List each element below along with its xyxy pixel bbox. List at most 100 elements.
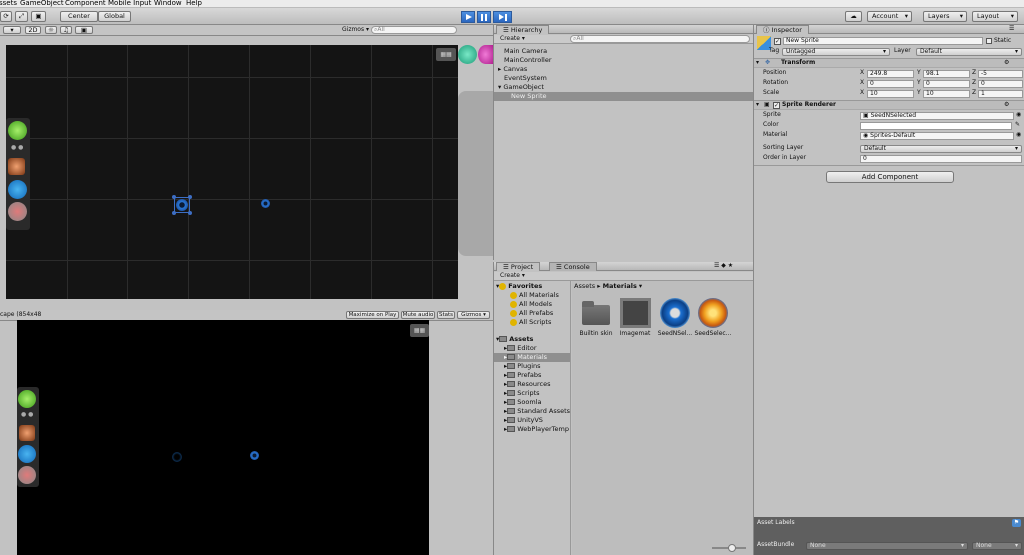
position-y-field[interactable]: 98.1 [923, 70, 970, 78]
effects-dropdown[interactable]: ▣ [75, 26, 93, 34]
menu-assets[interactable]: ssets [0, 0, 17, 8]
folder-soomla[interactable]: ▸ Soomla [504, 398, 541, 407]
asset-bundle-variant-dropdown[interactable]: None ▾ [972, 542, 1022, 550]
scale-z-field[interactable]: 1 [978, 90, 1023, 98]
object-picker-icon[interactable]: ◉ [1016, 111, 1021, 119]
foldout-arrow-icon[interactable]: ▾ [756, 59, 759, 67]
globe-sprite-icon[interactable] [8, 180, 27, 199]
play-button[interactable] [461, 11, 475, 23]
menu-component[interactable]: Component [65, 0, 106, 8]
folder-webplayertemp[interactable]: ▸ WebPlayerTemp [504, 425, 570, 434]
order-in-layer-input[interactable]: 0 [860, 155, 1022, 163]
position-z-field[interactable]: -5 [978, 70, 1023, 78]
pause-button[interactable] [477, 11, 491, 23]
scale-x-field[interactable]: 10 [867, 90, 914, 98]
game-gizmos-dropdown[interactable]: Gizmos ▾ [457, 311, 490, 319]
folder-materials[interactable]: ▸ Materials [504, 353, 547, 362]
layout-dropdown[interactable]: Layout ▾ [972, 11, 1018, 22]
project-tab[interactable]: ☰ Project [496, 262, 541, 271]
favorite-all-scripts[interactable]: All Scripts [510, 318, 551, 327]
rect-tool-icon[interactable]: ▣ [31, 11, 46, 22]
project-create-dropdown[interactable]: Create ▾ [500, 272, 525, 280]
folder-plugins[interactable]: ▸ Plugins [504, 362, 541, 371]
hierarchy-tab[interactable]: ☰ Hierarchy [496, 25, 550, 34]
hierarchy-item-main-camera[interactable]: Main Camera [504, 47, 547, 56]
menu-mobile-input[interactable]: Mobile Input [108, 0, 151, 8]
hierarchy-search-input[interactable]: ⌕All [570, 35, 750, 43]
breadcrumb-materials[interactable]: Materials [603, 282, 637, 290]
position-x-field[interactable]: 249.8 [867, 70, 914, 78]
maximize-on-play-toggle[interactable]: Maximize on Play [346, 311, 399, 319]
gameobject-name-input[interactable]: New Sprite [783, 37, 983, 45]
hierarchy-item-event-system[interactable]: EventSystem [504, 74, 547, 83]
console-tab[interactable]: ☰ Console [549, 262, 597, 271]
file-builtin-skin[interactable] [582, 301, 610, 325]
favorite-all-prefabs[interactable]: All Prefabs [510, 309, 553, 318]
pivot-center-button[interactable]: Center [60, 11, 98, 22]
menu-gameobject[interactable]: GameObject [20, 0, 64, 8]
seed-sprite[interactable] [261, 199, 270, 208]
inspector-lock-icon[interactable]: ☰ [1009, 25, 1014, 33]
breadcrumb-assets[interactable]: Assets [574, 282, 595, 290]
hierarchy-create-dropdown[interactable]: Create ▾ [500, 35, 525, 43]
menu-help[interactable]: Help [186, 0, 202, 8]
sprite-renderer-enabled-checkbox[interactable]: ✓ [773, 102, 780, 109]
game-viewport[interactable]: ▦▦ [17, 320, 429, 555]
tag-dropdown[interactable]: Untagged ▾ [782, 48, 890, 56]
2d-toggle[interactable]: 2D [25, 26, 41, 34]
foldout-arrow-icon[interactable]: ▾ [756, 101, 759, 109]
assets-section[interactable]: ▾ Assets [496, 335, 533, 344]
layers-dropdown[interactable]: Layers ▾ [923, 11, 967, 22]
inspector-tab[interactable]: ⓘ Inspector [756, 25, 809, 34]
seed-sprite-selected[interactable] [176, 199, 188, 211]
imagemat-thumbnail[interactable] [620, 298, 651, 328]
scene-viewport[interactable]: ▦▦ [6, 45, 458, 299]
step-button[interactable] [493, 11, 512, 23]
object-picker-icon[interactable]: ◉ [1016, 131, 1021, 139]
favorites-section[interactable]: ▾ Favorites [496, 282, 542, 291]
transform-settings-icon[interactable]: ⚙ [1004, 59, 1009, 67]
thumbnail-size-slider[interactable] [712, 544, 746, 552]
scale-tool-icon[interactable]: ⤢ [15, 11, 28, 22]
static-checkbox[interactable] [986, 38, 992, 44]
pizza-sprite-icon[interactable] [8, 202, 27, 221]
mute-audio-toggle[interactable]: Mute audio [401, 311, 435, 319]
scene-round-icon-2[interactable] [478, 45, 493, 64]
gizmos-dropdown[interactable]: Gizmos ▾ [342, 26, 369, 34]
aspect-dropdown[interactable]: cape (854x48 [0, 311, 41, 319]
panel-options-icon[interactable]: ☰ ◆ ★ [714, 262, 733, 270]
stats-toggle[interactable]: Stats [437, 311, 455, 319]
hierarchy-item-main-controller[interactable]: MainController [504, 56, 552, 65]
layer-dropdown[interactable]: Default ▾ [916, 48, 1022, 56]
folder-prefabs[interactable]: ▸ Prefabs [504, 371, 541, 380]
lighting-icon[interactable]: ☼ [45, 26, 57, 34]
label-tag-icon[interactable]: ⚑ [1012, 519, 1021, 527]
favorite-all-materials[interactable]: All Materials [510, 291, 559, 300]
sprite-object-field[interactable]: ▣ SeedNSelected [860, 112, 1014, 120]
add-component-button[interactable]: Add Component [826, 171, 954, 183]
scene-search-input[interactable]: ⌕All [371, 26, 457, 34]
game-overlay-icon[interactable]: ▦▦ [410, 324, 429, 337]
folder-editor[interactable]: ▸ Editor [504, 344, 537, 353]
sprite-renderer-header[interactable]: ▾ ▣ ✓ Sprite Renderer ⚙ [754, 100, 1024, 110]
scene-round-icon-1[interactable] [458, 45, 477, 64]
favorite-all-models[interactable]: All Models [510, 300, 552, 309]
menu-window[interactable]: Window [154, 0, 182, 8]
color-swatch[interactable] [860, 122, 1012, 130]
folder-unityvs[interactable]: ▸ UnityVS [504, 416, 543, 425]
play-sprite-icon[interactable] [8, 121, 27, 140]
folder-scripts[interactable]: ▸ Scripts [504, 389, 540, 398]
account-dropdown[interactable]: Account ▾ [867, 11, 912, 22]
eyedropper-icon[interactable]: ✎ [1015, 121, 1020, 129]
folder-resources[interactable]: ▸ Resources [504, 380, 550, 389]
audio-icon[interactable]: ♫ [60, 26, 72, 34]
seednselected-thumbnail[interactable] [660, 298, 690, 328]
pivot-global-button[interactable]: Global [98, 11, 131, 22]
rotation-x-field[interactable]: 0 [867, 80, 914, 88]
rotation-y-field[interactable]: 0 [923, 80, 970, 88]
folder-standard-assets[interactable]: ▸ Standard Assets [504, 407, 570, 416]
asset-bundle-dropdown[interactable]: None ▾ [806, 542, 968, 550]
scale-y-field[interactable]: 10 [923, 90, 970, 98]
hierarchy-item-gameobject[interactable]: ▾ GameObject [498, 83, 544, 92]
sorting-layer-dropdown[interactable]: Default ▾ [860, 145, 1022, 153]
